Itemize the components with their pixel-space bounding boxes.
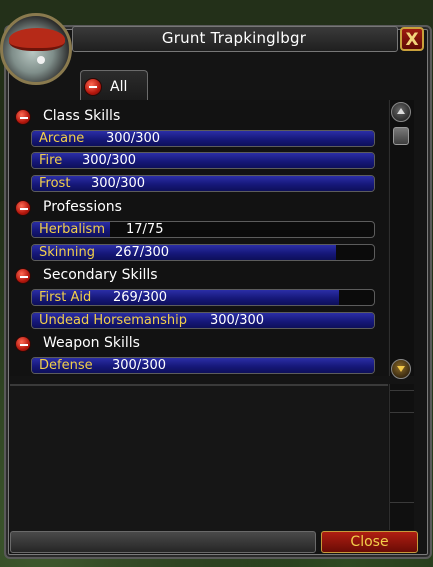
window-title: Grunt Trapkinglbgr [161,29,307,47]
skill-bar[interactable]: Frost 300/300 [31,175,375,192]
skill-value: 17/75 [126,222,164,237]
skill-value: 300/300 [82,153,137,168]
skill-bar[interactable]: Arcane 300/300 [31,130,375,147]
skill-value: 300/300 [91,176,146,191]
skill-name: Herbalism [39,222,105,237]
skill-detail-panel [10,384,388,532]
skill-bar[interactable]: Skinning 267/300 [31,244,375,261]
section-label: Class Skills [43,108,121,124]
skill-value: 267/300 [115,245,170,260]
skill-value: 269/300 [113,290,168,305]
collapse-icon[interactable] [15,109,31,125]
close-window-icon[interactable]: X [400,27,424,51]
skill-bar[interactable]: First Aid 269/300 [31,289,375,306]
scroll-up-icon[interactable] [391,102,411,122]
eye-icon [37,56,45,64]
tab-all-label: All [110,79,128,95]
character-portrait-icon [0,13,72,85]
scroll-down-icon[interactable] [391,359,411,379]
skill-name: Undead Horsemanship [39,313,187,328]
collapse-icon[interactable] [15,200,31,216]
close-button[interactable]: Close [321,531,418,553]
divider [390,390,414,391]
skill-value: 300/300 [210,313,265,328]
divider [390,502,414,503]
skill-bar[interactable]: Defense 300/300 [31,357,375,374]
status-bar [10,531,316,553]
hat-icon [9,28,65,51]
skill-name: First Aid [39,290,92,305]
skill-name: Defense [39,358,93,373]
skill-name: Arcane [39,131,85,146]
skill-value: 300/300 [112,358,167,373]
section-label: Secondary Skills [43,267,158,283]
section-label: Professions [43,199,122,215]
skill-bar-fill [32,176,374,191]
collapse-icon[interactable] [15,336,31,352]
skill-bar[interactable]: Fire 300/300 [31,152,375,169]
skill-name: Frost [39,176,71,191]
skill-name: Skinning [39,245,95,260]
collapse-icon[interactable] [15,268,31,284]
skill-bar[interactable]: Herbalism 17/75 [31,221,375,238]
skill-name: Fire [39,153,63,168]
divider [390,412,414,413]
scroll-thumb[interactable] [393,127,409,145]
section-label: Weapon Skills [43,335,140,351]
detail-scrollbar[interactable] [389,384,414,530]
collapse-all-icon[interactable] [84,78,102,96]
skill-value: 300/300 [106,131,161,146]
skill-bar[interactable]: Undead Horsemanship 300/300 [31,312,375,329]
